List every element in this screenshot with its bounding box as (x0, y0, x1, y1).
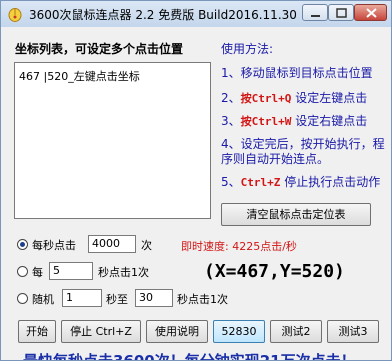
stop-button[interactable]: 停止 Ctrl+Z (61, 320, 141, 343)
help-step-3: 3、按Ctrl+W 设定右键点击 (221, 114, 368, 128)
test-2-button[interactable]: 测试2 (270, 320, 322, 343)
help-step-2: 2、按Ctrl+Q 设定左键点击 (221, 91, 368, 105)
test-3-button[interactable]: 测试3 (327, 320, 379, 343)
title-bar[interactable]: 3600次鼠标连点器 2.2 免费版 Build2016.11.30 (1, 1, 391, 27)
random-from-input[interactable]: 1 (62, 289, 102, 307)
click-counter-button[interactable]: 52830 (213, 320, 265, 343)
coordinate-list-heading: 坐标列表，可设定多个点击位置 (15, 42, 184, 56)
realtime-speed: 即时速度: 4225点击/秒 (181, 240, 297, 253)
per-second-unit: 次 (141, 239, 152, 252)
coordinate-list[interactable]: 467 |520_左键点击坐标 (14, 62, 211, 219)
every-unit: 秒点击1次 (98, 266, 149, 279)
every-label: 每 (32, 266, 43, 279)
help-title: 使用方法: (221, 42, 274, 56)
minimize-button[interactable] (302, 4, 328, 21)
every-seconds-input[interactable]: 5 (49, 262, 93, 280)
clear-positions-button[interactable]: 清空鼠标点击定位表 (221, 203, 371, 226)
mouse-app-icon (7, 6, 23, 22)
random-to-input[interactable]: 30 (135, 289, 173, 307)
promo-banner: 最快每秒点击3600次！每分钟实现21万次点击！ (23, 352, 356, 361)
radio-every[interactable] (17, 266, 28, 277)
per-second-label: 每秒点击 (32, 239, 76, 252)
per-second-input[interactable]: 4000 (88, 235, 136, 253)
random-unit: 秒点击1次 (177, 293, 228, 306)
list-item[interactable]: 467 |520_左键点击坐标 (19, 68, 140, 84)
window-title: 3600次鼠标连点器 2.2 免费版 Build2016.11.30 (29, 8, 297, 22)
instructions-button[interactable]: 使用说明 (146, 320, 208, 343)
help-step-1: 1、移动鼠标到目标点击位置 (221, 66, 373, 80)
random-mid-label: 秒至 (106, 293, 128, 306)
close-button[interactable] (354, 4, 387, 21)
app-window: 3600次鼠标连点器 2.2 免费版 Build2016.11.30 坐标列表，… (0, 0, 392, 361)
hotkey-ctrl-q: 按Ctrl+Q (240, 92, 292, 105)
maximize-button[interactable] (328, 4, 354, 21)
coordinate-readout: (X=467,Y=520) (204, 261, 345, 282)
radio-random[interactable] (17, 293, 28, 304)
random-label: 随机 (32, 293, 54, 306)
start-button[interactable]: 开始 (18, 320, 56, 343)
help-step-5: 5、Ctrl+Z 停止执行点击动作 (221, 175, 381, 189)
hotkey-ctrl-w: 按Ctrl+W (240, 115, 292, 128)
radio-per-second[interactable] (17, 239, 28, 250)
hotkey-ctrl-z: Ctrl+Z (240, 176, 281, 189)
help-step-4-line2: 序则自动开始连点。 (221, 152, 330, 166)
